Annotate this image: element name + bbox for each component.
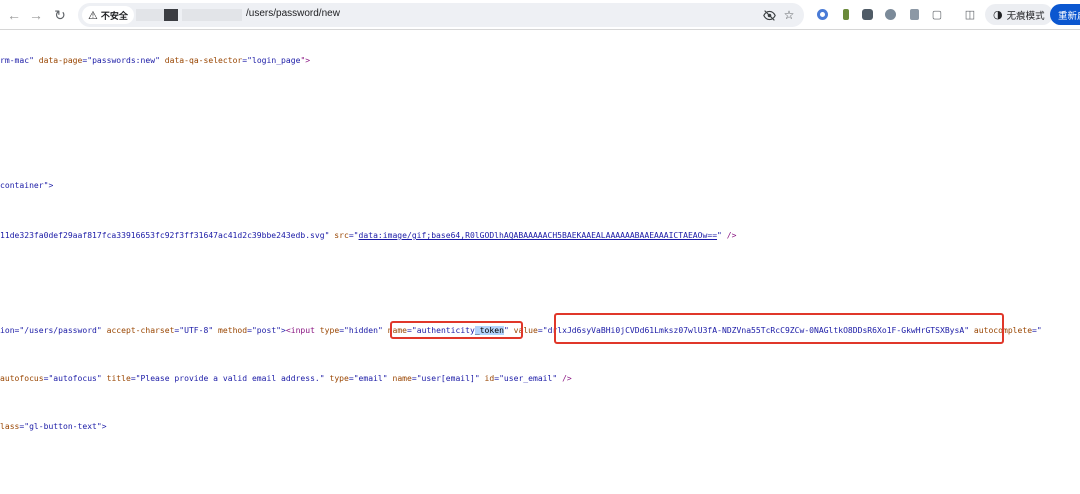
source-token: data-page — [38, 56, 83, 65]
extension-icon[interactable] — [882, 6, 898, 22]
source-token: " — [503, 326, 514, 335]
source-token: =" — [82, 56, 93, 65]
extension-icon[interactable] — [906, 6, 922, 22]
source-token: ="hidden" — [339, 326, 388, 335]
source-token: id — [484, 374, 495, 383]
source-line-3: 11de323fa0def29aaf817fca33916653fc92f3ff… — [0, 231, 736, 240]
source-token: method — [218, 326, 248, 335]
security-chip[interactable]: ⚠ 不安全 — [82, 6, 134, 24]
source-token: ="gl-button-text"> — [19, 422, 107, 431]
reload-icon[interactable]: ↻ — [50, 5, 70, 25]
incognito-chip[interactable]: ◑ 无痕模式 — [985, 4, 1053, 25]
redacted-url-part — [182, 9, 242, 21]
source-token: data-qa-selector — [164, 56, 243, 65]
source-token: ="user[email]" — [411, 374, 485, 383]
extension-icon[interactable] — [859, 6, 875, 22]
source-token: autocomplete — [973, 326, 1033, 335]
sidebar-icon[interactable]: ◫ — [962, 6, 978, 22]
incognito-label: 无痕模式 — [1006, 10, 1045, 22]
source-token: title — [106, 374, 131, 383]
source-token: _token — [474, 326, 504, 335]
back-icon[interactable]: ← — [4, 5, 24, 25]
source-token: <input — [285, 326, 320, 335]
source-token: ="Please provide a valid email address." — [130, 374, 330, 383]
source-token: type — [329, 374, 349, 383]
source-token: /> — [726, 231, 737, 240]
source-token: accept-charset — [106, 326, 175, 335]
source-token: 11de323fa0def29aaf817fca33916653fc92f3ff… — [0, 231, 335, 240]
extension-icon[interactable] — [838, 6, 854, 22]
star-icon[interactable]: ☆ — [780, 6, 798, 24]
source-line-2: container"> — [0, 181, 53, 190]
source-token: container"> — [0, 181, 54, 190]
incognito-icon: ◑ — [993, 8, 1003, 21]
source-token: ="UTF-8" — [174, 326, 219, 335]
security-label: 不安全 — [100, 11, 128, 22]
source-line-6: lass="gl-button-text"> — [0, 422, 107, 431]
source-token: ="authenticity — [407, 326, 475, 335]
warning-icon: ⚠ — [88, 8, 98, 22]
redacted-url-part — [136, 9, 166, 21]
source-token: /> — [562, 374, 572, 383]
source-token: =" — [242, 56, 252, 65]
source-token: type — [319, 326, 340, 335]
browser-toolbar: ← → ↻ ⚠ 不安全 /users/password/new ☆ ▢ ◫ ◑ … — [0, 0, 1080, 30]
source-token: login_page — [251, 56, 301, 65]
url-text: /users/password/new — [246, 8, 340, 19]
source-token: " — [717, 231, 727, 240]
source-token: lass — [0, 422, 20, 431]
source-token: value — [513, 326, 538, 335]
source-token: "> — [300, 56, 311, 65]
source-line-1: rm-mac" data-page="passwords:new" data-q… — [0, 56, 310, 65]
eye-off-icon[interactable] — [760, 6, 778, 24]
source-token: src — [334, 231, 349, 240]
redacted-url-part — [164, 9, 178, 21]
source-token: " — [155, 56, 165, 65]
source-token: ="drlxJd6syVaBHi0jCVDd61Lmksz07wlU3fA-ND… — [537, 326, 974, 335]
source-token: ion="/users/password" — [0, 326, 107, 335]
source-token: ="user_email" — [494, 374, 563, 383]
source-token: =" — [348, 231, 359, 240]
extension-icon[interactable]: ▢ — [929, 6, 945, 22]
source-token: rm-mac" — [0, 56, 39, 65]
source-token: ="autofocus" — [43, 374, 107, 383]
source-token: ="post"> — [247, 326, 286, 335]
source-token: name — [392, 374, 412, 383]
source-token[interactable]: data:image/gif;base64,R0lGODlhAQABAAAAAC… — [359, 231, 718, 240]
source-token: passwords:new — [92, 56, 156, 65]
source-token: ="email" — [348, 374, 393, 383]
source-line-5: autofocus="autofocus" title="Please prov… — [0, 374, 572, 383]
relaunch-button[interactable]: 重新启 — [1050, 4, 1080, 25]
forward-icon[interactable]: → — [26, 5, 46, 25]
source-token: =" — [1032, 326, 1042, 335]
source-token: autofocus — [0, 374, 44, 383]
source-token: name — [387, 326, 408, 335]
address-bar[interactable]: ⚠ 不安全 /users/password/new ☆ — [78, 3, 804, 27]
extension-icon[interactable] — [814, 6, 830, 22]
source-line-4: ion="/users/password" accept-charset="UT… — [0, 326, 1042, 335]
